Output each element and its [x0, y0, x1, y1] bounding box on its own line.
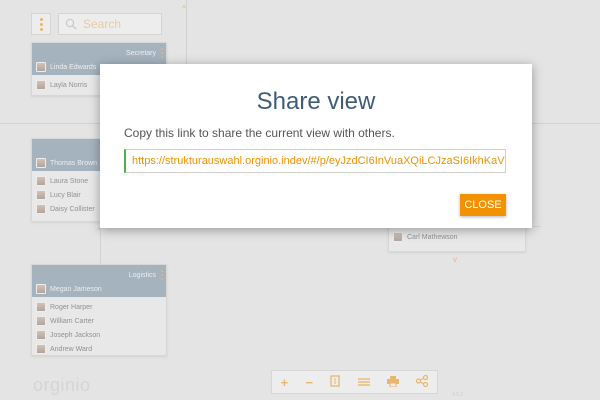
dialog-title: Share view [256, 88, 376, 115]
close-button[interactable]: CLOSE [460, 194, 506, 216]
dialog-description: Copy this link to share the current view… [124, 126, 395, 140]
share-link-input[interactable] [126, 150, 505, 172]
share-view-dialog: Share view Copy this link to share the c… [100, 64, 532, 228]
share-link-field[interactable] [124, 149, 506, 173]
